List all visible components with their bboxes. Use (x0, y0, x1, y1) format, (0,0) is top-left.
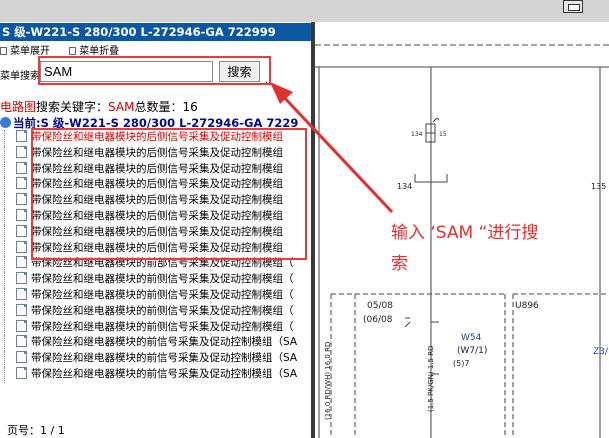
annotation-line-1: 输入 ‘SAM “进行搜 (391, 223, 539, 243)
annotation-text: 输入 ‘SAM “进行搜 索 (391, 218, 538, 280)
annotation-line-2: 索 (391, 254, 408, 274)
